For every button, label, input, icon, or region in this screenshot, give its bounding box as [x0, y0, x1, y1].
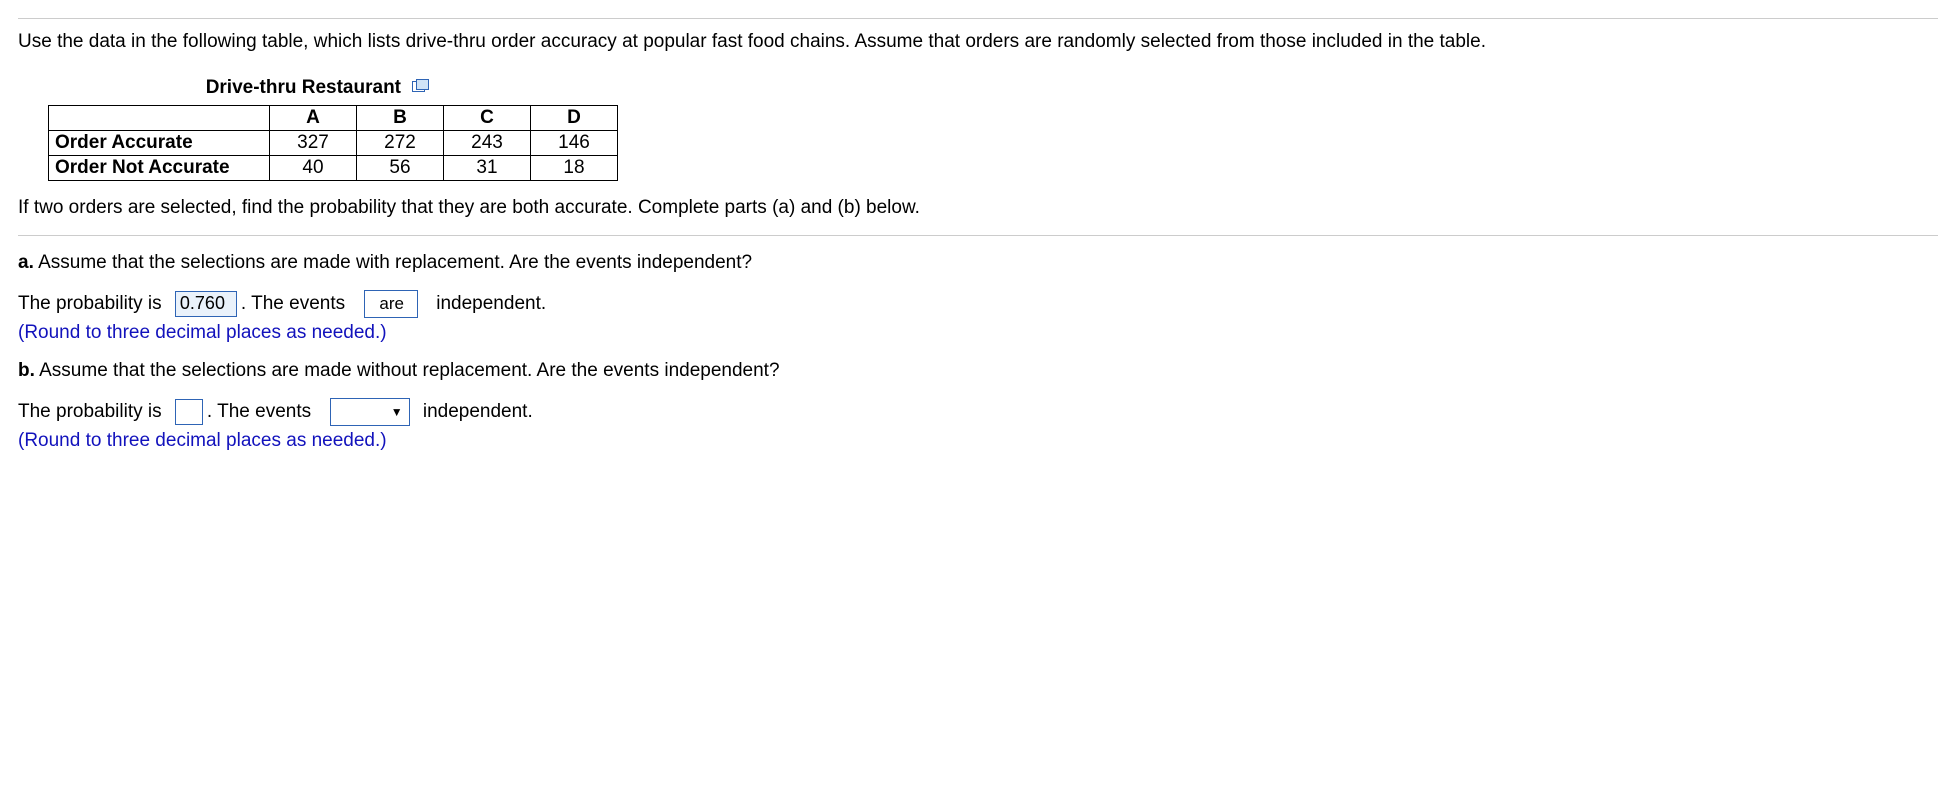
part-a-after-select: independent.	[436, 293, 546, 315]
table-title: Drive-thru Restaurant	[206, 77, 401, 98]
part-b-prompt: b. Assume that the selections are made w…	[18, 360, 1938, 382]
part-a-label: a.	[18, 252, 34, 273]
part-a-hint: (Round to three decimal places as needed…	[18, 322, 1938, 344]
select-a-value: are	[379, 294, 404, 314]
table-title-row: Drive-thru Restaurant	[48, 77, 588, 105]
table-blank-cell	[49, 105, 270, 130]
part-a-prefix: The probability is	[18, 293, 162, 315]
table-header-row: A B C D	[49, 105, 618, 130]
cell: 40	[270, 155, 357, 180]
part-a-after-value: . The events	[241, 293, 345, 315]
problem-intro: Use the data in the following table, whi…	[18, 29, 1938, 55]
question-container: Use the data in the following table, whi…	[0, 0, 1956, 478]
cell: 146	[531, 130, 618, 155]
part-b-after-select: independent.	[423, 401, 533, 423]
data-table: A B C D Order Accurate 327 272 243 146 O…	[48, 105, 618, 181]
part-b-prefix: The probability is	[18, 401, 162, 423]
main-question: If two orders are selected, find the pro…	[18, 197, 1938, 219]
col-header-b: B	[357, 105, 444, 130]
independence-select-a[interactable]: are	[364, 290, 418, 318]
divider-mid	[18, 235, 1938, 236]
part-a-prompt: a. Assume that the selections are made w…	[18, 252, 1938, 274]
part-a-answer-line: The probability is . The events are inde…	[18, 290, 1938, 318]
part-b-after-value: . The events	[207, 401, 311, 423]
cell: 18	[531, 155, 618, 180]
cell: 56	[357, 155, 444, 180]
part-a-text: Assume that the selections are made with…	[38, 252, 752, 273]
popup-icon[interactable]	[412, 77, 430, 99]
part-b-hint: (Round to three decimal places as needed…	[18, 430, 1938, 452]
cell: 243	[444, 130, 531, 155]
table-row: Order Accurate 327 272 243 146	[49, 130, 618, 155]
table-row: Order Not Accurate 40 56 31 18	[49, 155, 618, 180]
row-label: Order Accurate	[49, 130, 270, 155]
col-header-c: C	[444, 105, 531, 130]
part-b-label: b.	[18, 360, 35, 381]
probability-input-b[interactable]	[175, 399, 203, 425]
cell: 327	[270, 130, 357, 155]
col-header-a: A	[270, 105, 357, 130]
cell: 31	[444, 155, 531, 180]
data-table-block: Drive-thru Restaurant A B C D Order Accu…	[48, 77, 1938, 181]
probability-input-a[interactable]	[175, 291, 237, 317]
col-header-d: D	[531, 105, 618, 130]
cell: 272	[357, 130, 444, 155]
chevron-down-icon: ▼	[391, 405, 403, 419]
part-b-text: Assume that the selections are made with…	[39, 360, 779, 381]
divider-top	[18, 18, 1938, 19]
independence-select-b[interactable]: ▼	[330, 398, 410, 426]
part-b-answer-line: The probability is . The events ▼ indepe…	[18, 398, 1938, 426]
row-label: Order Not Accurate	[49, 155, 270, 180]
